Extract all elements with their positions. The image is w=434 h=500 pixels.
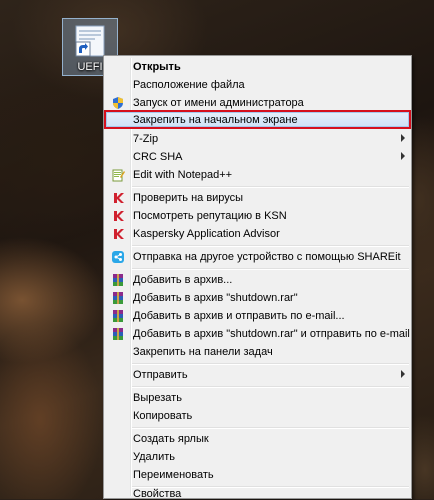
menu-item-label: Добавить в архив "shutdown.rar" и отправ…	[133, 328, 410, 340]
menu-item-label: CRC SHA	[133, 151, 183, 163]
menu-item-pin-to-start[interactable]: Закрепить на начальном экране	[104, 110, 411, 129]
menu-item-label: Закрепить на начальном экране	[133, 114, 298, 126]
menu-item-scan-viruses[interactable]: Проверить на вирусы	[106, 189, 409, 207]
menu-item-label: Создать ярлык	[133, 433, 209, 445]
menu-item-label: Закрепить на панели задач	[133, 346, 273, 358]
menu-item-label: Проверить на вирусы	[133, 192, 244, 204]
submenu-arrow-icon	[401, 134, 405, 142]
menu-item-open[interactable]: Открыть	[106, 58, 409, 76]
menu-item-add-to-archive[interactable]: Добавить в архив...	[106, 271, 409, 289]
submenu-arrow-icon	[401, 152, 405, 160]
menu-item-delete[interactable]: Удалить	[106, 448, 409, 466]
kaspersky-icon	[111, 227, 125, 241]
menu-item-ksn-reputation[interactable]: Посмотреть репутацию в KSN	[106, 207, 409, 225]
menu-item-7zip[interactable]: 7-Zip	[106, 130, 409, 148]
menu-item-label: Отправить	[133, 369, 188, 381]
menu-item-shutdown-rar-and-email[interactable]: Добавить в архив "shutdown.rar" и отправ…	[106, 325, 410, 343]
winrar-icon	[111, 309, 125, 323]
winrar-icon	[111, 291, 125, 305]
menu-item-label: Отправка на другое устройство с помощью …	[133, 251, 401, 263]
menu-item-label: Удалить	[133, 451, 175, 463]
menu-item-archive-and-email[interactable]: Добавить в архив и отправить по e-mail..…	[106, 307, 409, 325]
winrar-icon	[111, 327, 125, 341]
menu-item-label: Вырезать	[133, 392, 182, 404]
menu-item-pin-to-taskbar[interactable]: Закрепить на панели задач	[106, 343, 409, 361]
uac-shield-icon	[111, 96, 125, 110]
menu-item-kaspersky-advisor[interactable]: Kaspersky Application Advisor	[106, 225, 409, 243]
menu-item-edit-notepadpp[interactable]: Edit with Notepad++	[106, 166, 409, 184]
menu-separator	[132, 386, 409, 388]
menu-separator	[132, 427, 409, 429]
menu-item-label: Добавить в архив...	[133, 274, 233, 286]
menu-item-copy[interactable]: Копировать	[106, 407, 409, 425]
menu-item-label: Добавить в архив "shutdown.rar"	[133, 292, 298, 304]
menu-separator	[132, 363, 409, 365]
menu-item-shareit[interactable]: Отправка на другое устройство с помощью …	[106, 248, 409, 266]
menu-separator	[132, 245, 409, 247]
menu-item-label: Kaspersky Application Advisor	[133, 228, 280, 240]
menu-item-properties[interactable]: Свойства	[106, 479, 409, 500]
winrar-icon	[111, 273, 125, 287]
menu-item-file-location[interactable]: Расположение файла	[106, 76, 409, 94]
kaspersky-icon	[111, 191, 125, 205]
menu-item-crc-sha[interactable]: CRC SHA	[106, 148, 409, 166]
menu-item-label: Добавить в архив и отправить по e-mail..…	[133, 310, 345, 322]
menu-item-label: 7-Zip	[133, 133, 159, 145]
menu-item-create-shortcut[interactable]: Создать ярлык	[106, 430, 409, 448]
menu-separator	[132, 268, 409, 270]
menu-item-label: Edit with Notepad++	[133, 169, 233, 181]
submenu-arrow-icon	[401, 370, 405, 378]
notepad-plus-plus-icon	[111, 168, 125, 182]
menu-item-label: Запуск от имени администратора	[133, 97, 304, 109]
kaspersky-icon	[111, 209, 125, 223]
menu-item-cut[interactable]: Вырезать	[106, 389, 409, 407]
menu-item-label: Открыть	[133, 61, 181, 73]
menu-item-label: Посмотреть репутацию в KSN	[133, 210, 287, 222]
menu-item-label: Копировать	[133, 410, 193, 422]
menu-item-add-to-shutdown-rar[interactable]: Добавить в архив "shutdown.rar"	[106, 289, 409, 307]
menu-separator	[132, 186, 409, 188]
context-menu: Открыть Расположение файла Запуск от име…	[103, 55, 412, 500]
menu-item-label: Свойства	[133, 488, 182, 500]
menu-item-label: Расположение файла	[133, 79, 245, 91]
shareit-icon	[111, 250, 125, 264]
menu-item-send-to[interactable]: Отправить	[106, 366, 409, 384]
shortcut-file-icon	[74, 24, 106, 58]
